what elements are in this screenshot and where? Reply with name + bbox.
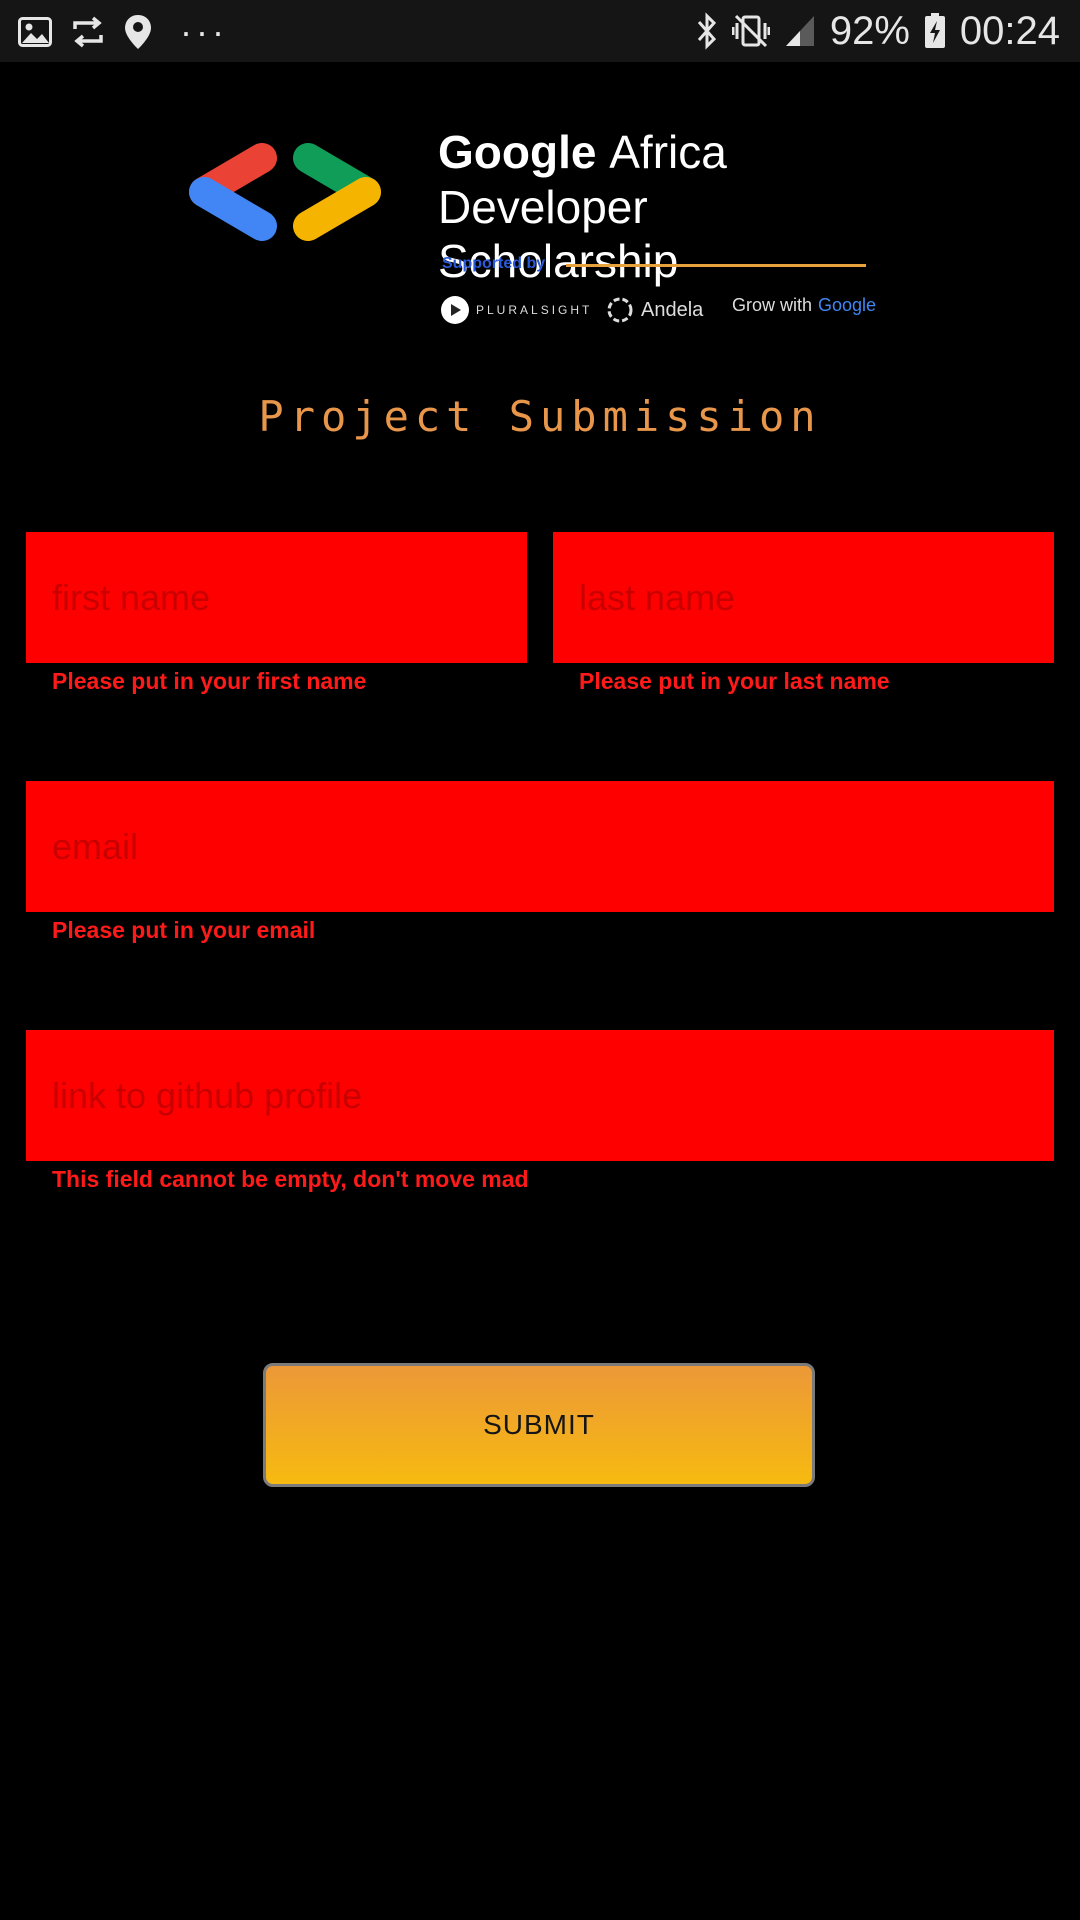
grow-google-label: Google xyxy=(818,295,877,315)
last-name-field-container xyxy=(553,532,1054,663)
status-bar-left: ··· xyxy=(18,11,228,52)
location-icon xyxy=(124,14,152,50)
partner-andela: Andela xyxy=(605,295,703,325)
pluralsight-icon xyxy=(440,295,470,325)
brand-title-line1: Google Africa xyxy=(438,125,727,179)
github-link-input[interactable] xyxy=(26,1030,1054,1161)
supported-by-divider xyxy=(566,264,866,267)
first-name-input[interactable] xyxy=(26,532,527,663)
partner-andela-label: Andela xyxy=(641,298,704,321)
email-field-container xyxy=(26,781,1054,912)
google-africa-scholarship-logo: Google Africa Developer Scholarship Supp… xyxy=(180,125,900,335)
andela-icon xyxy=(605,295,635,325)
more-notifications-indicator: ··· xyxy=(180,11,228,52)
github-field-container xyxy=(26,1030,1054,1161)
battery-percentage: 92% xyxy=(829,8,910,53)
brand-africa: Africa xyxy=(609,126,727,178)
vibrate-icon xyxy=(731,13,770,49)
submit-button[interactable]: SUBMIT xyxy=(263,1363,815,1487)
developer-brackets-icon xyxy=(180,140,400,255)
status-bar-right: 92% 00:24 xyxy=(696,8,1060,54)
last-name-error: Please put in your last name xyxy=(579,668,890,694)
status-bar: ··· 92% 00:24 xyxy=(0,0,1080,62)
first-name-field-container xyxy=(26,532,527,663)
github-link-error: This field cannot be empty, don't move m… xyxy=(52,1166,529,1192)
email-error: Please put in your email xyxy=(52,917,316,943)
first-name-error: Please put in your first name xyxy=(52,668,367,694)
bluetooth-icon xyxy=(696,12,718,50)
clock: 00:24 xyxy=(959,8,1060,53)
battery-charging-icon xyxy=(924,13,946,49)
partner-pluralsight: PLURALSIGHT xyxy=(440,295,592,325)
brand-google: Google xyxy=(438,126,597,178)
last-name-input[interactable] xyxy=(553,532,1054,663)
page-title: Project Submission xyxy=(258,392,822,441)
grow-with-label: Grow with xyxy=(732,295,813,315)
partner-pluralsight-label: PLURALSIGHT xyxy=(476,303,593,317)
image-icon xyxy=(18,17,52,47)
signal-icon xyxy=(784,14,816,48)
email-input[interactable] xyxy=(26,781,1054,912)
partner-grow-with-google: Grow with Google xyxy=(732,295,876,316)
supported-by-label: Supported by xyxy=(442,255,546,272)
sync-icon xyxy=(70,15,106,49)
